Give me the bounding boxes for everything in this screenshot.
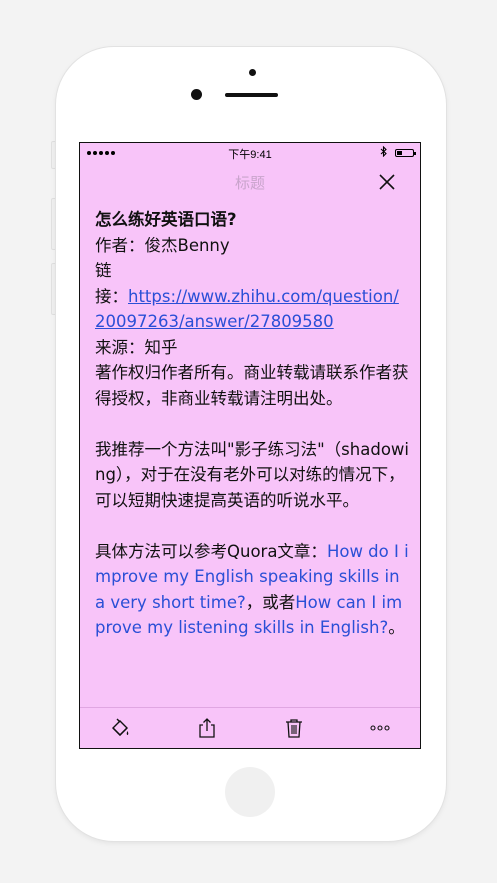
note-body[interactable]: 怎么练好英语口语? 作者：俊杰Benny 链 接：https://www.zhi… [95,207,409,641]
source-url-link[interactable]: https://www.zhihu.com/question/20097263/… [95,287,399,332]
note-author: 作者：俊杰Benny [95,235,230,255]
delete-button[interactable] [283,717,305,739]
home-button[interactable] [225,767,275,817]
share-icon [199,718,215,738]
front-camera [191,89,202,100]
nav-bar: 标题 [80,163,420,201]
close-icon [379,174,395,190]
para2-suffix: 。 [388,618,405,637]
battery-icon [395,149,416,157]
close-button[interactable] [376,171,398,193]
bluetooth-icon [380,145,388,160]
share-button[interactable] [196,717,218,739]
paint-button[interactable] [109,717,131,739]
para2-mid: ，或者 [245,592,296,612]
note-screen: 下午9:41 标题 怎么练好英语口语? 作者：俊杰Benny 链 接：https… [79,142,421,749]
note-paragraph-1: 我推荐一个方法叫"影子练习法"（shadowing），对于在没有老外可以对练的情… [95,439,409,510]
para2-prefix: 具体方法可以参考Quora文章： [95,541,327,561]
battery-level [397,151,403,155]
bottom-toolbar [80,707,420,748]
status-time: 下午9:41 [228,149,272,161]
note-copyright: 著作权归作者所有。商业转载请联系作者获得授权，非商业转载请注明出处。 [95,363,409,408]
status-bar: 下午9:41 [80,143,420,163]
proximity-sensor [249,69,256,76]
note-link-line: 接：https://www.zhihu.com/question/2009726… [95,284,409,335]
more-button[interactable] [369,717,391,739]
trash-icon [286,719,302,738]
note-title: 怎么练好英语口语? [95,210,237,229]
paint-bucket-icon [112,718,129,736]
link-label-line-2: 接： [95,286,128,306]
note-paragraph-2: 具体方法可以参考Quora文章：How do I improve my Engl… [95,539,409,641]
earpiece-speaker [225,93,278,97]
more-icon [370,725,390,731]
note-title-header[interactable]: 标题 [80,172,420,193]
note-source: 来源：知乎 [95,337,178,357]
link-label-line-1: 链 [95,261,112,280]
